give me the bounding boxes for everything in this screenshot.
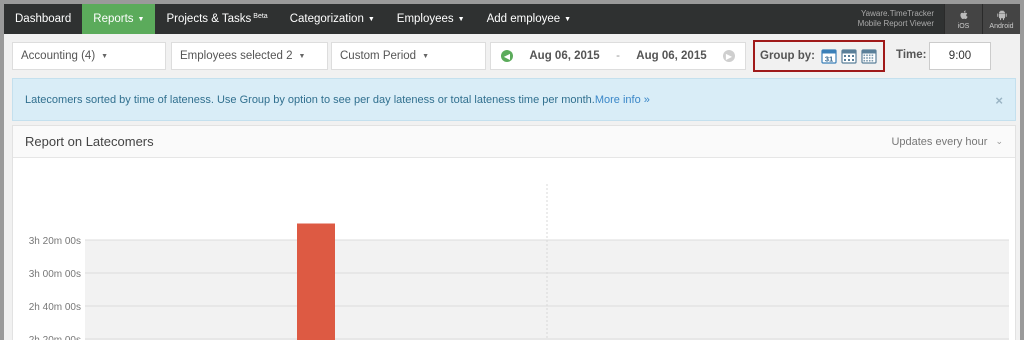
nav-item-dashboard[interactable]: Dashboard [4, 4, 82, 34]
chevron-down-icon: ▼ [564, 15, 572, 23]
nav-item-categorization[interactable]: Categorization ▼ [279, 4, 386, 34]
android-label: Android [989, 22, 1014, 30]
ios-label: iOS [957, 22, 970, 30]
y-tick-label: 3h 20m 00s [29, 236, 81, 247]
chevron-down-icon: ▼ [367, 15, 375, 23]
app-window: Dashboard Reports ▼ Projects & Tasks Beta Cat… [4, 4, 1020, 340]
date-from[interactable]: Aug 06, 2015 [529, 50, 599, 62]
mobile-viewer-promo[interactable]: Yaware.TimeTracker Mobile Report Viewer [858, 4, 944, 34]
date-separator: - [616, 50, 620, 62]
calendar-day-icon[interactable]: 31 [821, 48, 837, 64]
next-date-arrow-icon[interactable]: ▶ [723, 50, 735, 62]
calendar-day-number: 31 [825, 54, 833, 63]
latecomers-chart: 3h 20m 00s 3h 00m 00s 2h 40m 00s 2h 20m 00s [29, 184, 1009, 340]
apple-icon [959, 10, 968, 19]
android-app-button[interactable]: Android [982, 4, 1020, 34]
close-icon[interactable]: × [995, 93, 1003, 108]
nav-item-employees[interactable]: Employees ▼ [386, 4, 476, 34]
report-panel: Report on Latecomers Updates every hour … [12, 125, 1016, 340]
updates-dropdown[interactable]: Updates every hour ⌄ [891, 136, 1003, 148]
nav-item-label: Add employee [486, 13, 561, 25]
caret-down-icon: ▼ [298, 52, 306, 60]
caret-down-icon: ▼ [101, 52, 109, 60]
nav-item-label: Reports [93, 13, 134, 25]
alert-text: Latecomers sorted by time of lateness. U… [25, 93, 595, 106]
employees-dropdown[interactable]: Employees selected 2 ▼ [171, 42, 328, 70]
department-dropdown[interactable]: Accounting (4) ▼ [12, 42, 166, 70]
panel-header: Report on Latecomers Updates every hour … [13, 126, 1015, 158]
bar[interactable] [297, 223, 335, 340]
nav-right-group: Yaware.TimeTracker Mobile Report Viewer … [858, 4, 1020, 34]
y-tick-label: 2h 40m 00s [29, 302, 81, 313]
period-value: Custom Period [340, 50, 417, 62]
department-value: Accounting (4) [21, 50, 96, 62]
nav-item-reports[interactable]: Reports ▼ [82, 4, 156, 34]
time-input[interactable] [929, 42, 991, 70]
date-range-picker: ◀ Aug 06, 2015 - Aug 06, 2015 ▶ [490, 42, 746, 70]
chevron-down-icon: ⌄ [995, 136, 1003, 146]
more-info-link[interactable]: More info » [595, 94, 650, 106]
calendar-month-icon[interactable] [861, 48, 877, 64]
nav-item-projects-tasks[interactable]: Projects & Tasks Beta [155, 4, 278, 34]
top-navigation: Dashboard Reports ▼ Projects & Tasks Beta Cat… [4, 4, 1020, 34]
time-label: Time: [896, 49, 927, 61]
filter-bar: Accounting (4) ▼ Employees selected 2 ▼ … [4, 34, 1020, 78]
group-by-label: Group by: [760, 50, 815, 62]
caret-down-icon: ▼ [422, 52, 429, 60]
nav-item-add-employee[interactable]: Add employee ▼ [476, 4, 582, 34]
beta-badge: Beta [253, 12, 268, 20]
nav-item-label: Projects & Tasks [166, 13, 252, 25]
panel-title: Report on Latecomers [25, 134, 154, 149]
prev-date-arrow-icon[interactable]: ◀ [501, 50, 513, 62]
y-tick-label: 2h 20m 00s [29, 335, 81, 340]
chevron-down-icon: ▼ [457, 15, 465, 23]
date-to[interactable]: Aug 06, 2015 [636, 50, 706, 62]
y-tick-label: 3h 00m 00s [29, 269, 81, 280]
group-by-selector: Group by: 31 [753, 40, 885, 72]
employees-value: Employees selected 2 [180, 50, 293, 62]
mobile-promo-line1: Yaware.TimeTracker [860, 9, 934, 18]
updates-text: Updates every hour [891, 135, 988, 148]
mobile-promo-line2: Mobile Report Viewer [857, 19, 934, 28]
period-dropdown[interactable]: Custom Period ▼ [331, 42, 486, 70]
calendar-week-icon[interactable] [841, 48, 857, 64]
nav-item-label: Categorization [289, 13, 364, 25]
android-icon [996, 9, 1007, 20]
nav-item-label: Dashboard [15, 13, 72, 25]
nav-item-label: Employees [396, 13, 454, 25]
ios-app-button[interactable]: iOS [944, 4, 982, 34]
chevron-down-icon: ▼ [137, 15, 145, 23]
info-alert: Latecomers sorted by time of lateness. U… [12, 78, 1016, 121]
